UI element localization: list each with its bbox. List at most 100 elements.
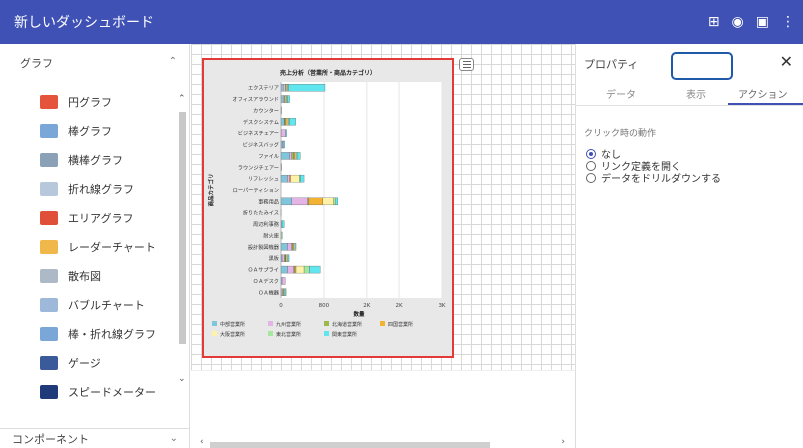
scroll-right-icon[interactable]: › [561, 437, 565, 447]
sidebar-item-bar-chart[interactable]: 棒グラフ [40, 121, 112, 141]
canvas-horizontal-scrollbar[interactable]: ‹ › [200, 437, 565, 448]
bar-segment [293, 152, 296, 160]
click-action-label: クリック時の動作 [584, 129, 657, 139]
legend-swatch [324, 331, 329, 336]
bar-segment [288, 84, 326, 92]
chart-widget[interactable]: 売上分析（営業所・商品カテゴリ） 0 800 2K 2K 3K 数量 商品カテゴリ エクステリア… [202, 58, 454, 358]
sidebar-item-radar-chart[interactable]: レーダーチャート [40, 237, 156, 257]
radio-unselected-icon[interactable] [586, 172, 596, 183]
scroll-up-icon[interactable]: ⌃ [178, 94, 186, 104]
bar-segment [287, 84, 289, 92]
canvas-blank-area [191, 370, 575, 448]
scroll-left-icon[interactable]: ‹ [200, 437, 204, 447]
more-vert-icon[interactable]: ⋮ [781, 14, 795, 30]
radio-drilldown[interactable]: データをドリルダウンする [586, 170, 721, 185]
category-label: 事務用品 [258, 197, 279, 205]
bar-segment [291, 243, 293, 251]
category-label: カウンター [253, 106, 279, 114]
sidebar-item-label: バブルチャート [68, 299, 145, 312]
sidebar-item-label: ゲージ [68, 357, 101, 370]
category-label: ラウンジチェアー [238, 163, 279, 171]
sidebar-item-area-chart[interactable]: エリアグラフ [40, 208, 133, 228]
sidebar-item-speedometer[interactable]: スピードメーター [40, 382, 156, 402]
chevron-up-icon[interactable]: ⌃ [169, 56, 177, 67]
bar-segment [285, 118, 288, 126]
bar-segment [286, 95, 288, 103]
category-label: ＯＡサプライ [248, 267, 279, 274]
sidebar-item-bar-line-chart[interactable]: 棒・折れ線グラフ [40, 324, 156, 344]
bar-segment [283, 140, 285, 149]
line-chart-icon [40, 182, 58, 196]
bar-segment [291, 197, 308, 206]
bar-segment [286, 84, 288, 92]
close-icon[interactable]: ✕ [780, 52, 793, 71]
bar-segment [283, 288, 286, 296]
stacked-bar-chart[interactable]: 売上分析（営業所・商品カテゴリ） 0 800 2K 2K 3K 数量 商品カテゴリ エクステリア… [204, 60, 452, 356]
bar-segment [284, 288, 287, 296]
radio-unselected-icon[interactable] [586, 160, 596, 171]
scroll-down-icon[interactable]: ⌄ [178, 374, 186, 384]
x-tick-label: 2K [396, 303, 403, 309]
preview-eye-icon[interactable]: ◉ [732, 14, 744, 30]
bar-segment [282, 288, 285, 296]
bar-segment [284, 118, 286, 126]
widget-menu-icon[interactable] [459, 58, 474, 71]
bar-segment [288, 118, 290, 126]
bar-segment [335, 197, 339, 206]
sidebar-item-label: 横棒グラフ [68, 154, 123, 167]
tab-action[interactable]: アクション [738, 86, 788, 101]
sidebar-item-pie-chart[interactable]: 円グラフ [40, 92, 112, 112]
save-icon[interactable]: ▣ [756, 14, 769, 30]
bar-segment [303, 265, 310, 274]
bar-segment [290, 174, 300, 183]
sidebar-item-scatter-chart[interactable]: 散布図 [40, 266, 101, 286]
category-label: ファイル [258, 153, 279, 160]
bar-segment [295, 265, 305, 274]
tab-data[interactable]: データ [606, 86, 636, 101]
y-axis-label: 商品カテゴリ [207, 173, 215, 206]
legend-swatch [212, 331, 217, 336]
canvas-scroll-thumb[interactable] [210, 442, 490, 448]
category-label: ローパーティション [233, 187, 279, 194]
sidebar-scroll-thumb[interactable] [179, 112, 186, 344]
legend-label: 四国営業所 [388, 321, 413, 328]
sidebar-item-label: レーダーチャート [68, 241, 156, 254]
component-section-title: コンポーネント [12, 432, 89, 446]
bar-segment [289, 118, 296, 126]
grid-icon[interactable]: ⊞ [708, 14, 720, 30]
sidebar-item-line-chart[interactable]: 折れ線グラフ [40, 179, 134, 199]
app-bar: 新しいダッシュボード ⊞ ◉ ▣ ⋮ [0, 0, 803, 44]
bubble-chart-icon [40, 298, 58, 312]
bar-segment [309, 265, 321, 274]
dashboard-title[interactable]: 新しいダッシュボード [0, 12, 154, 32]
bar-line-chart-icon [40, 327, 58, 341]
graph-section-header[interactable]: グラフ ⌃ [0, 44, 189, 82]
category-label: 設計製図機器 [248, 243, 280, 251]
sidebar-item-gauge[interactable]: ゲージ [40, 353, 101, 373]
legend-swatch [268, 331, 273, 336]
tab-display[interactable]: 表示 [686, 86, 706, 101]
graph-type-list: 円グラフ棒グラフ横棒グラフ折れ線グラフ エリアグラフレーダーチャート散布図バブルチ… [0, 84, 180, 404]
bar-segment [322, 197, 334, 206]
category-label: 折りたたみイス [243, 209, 279, 217]
component-section-header[interactable]: コンポーネント ⌄ [0, 428, 190, 448]
sidebar-item-horizontal-bar-chart[interactable]: 横棒グラフ [40, 150, 123, 170]
sidebar-item-label: エリアグラフ [68, 212, 134, 225]
bar-segment [282, 95, 285, 103]
sidebar-item-label: 折れ線グラフ [68, 183, 134, 196]
category-label: 黒板 [269, 254, 280, 262]
focused-input-box[interactable] [671, 52, 733, 80]
bar-segment [293, 265, 296, 274]
legend-swatch [268, 321, 273, 326]
legend-label: 北海道営業所 [332, 321, 362, 328]
bar-segment [293, 243, 296, 251]
bar-segment [291, 152, 295, 160]
radio-selected-icon[interactable] [586, 148, 596, 159]
legend-label: 関東営業所 [332, 331, 357, 338]
bar-segment [285, 84, 287, 92]
bar-segment [281, 129, 286, 137]
sidebar-item-bubble-chart[interactable]: バブルチャート [40, 295, 145, 315]
x-axis-label: 数量 [353, 310, 365, 318]
bar-segment [292, 243, 295, 251]
chevron-down-icon[interactable]: ⌄ [170, 433, 178, 444]
